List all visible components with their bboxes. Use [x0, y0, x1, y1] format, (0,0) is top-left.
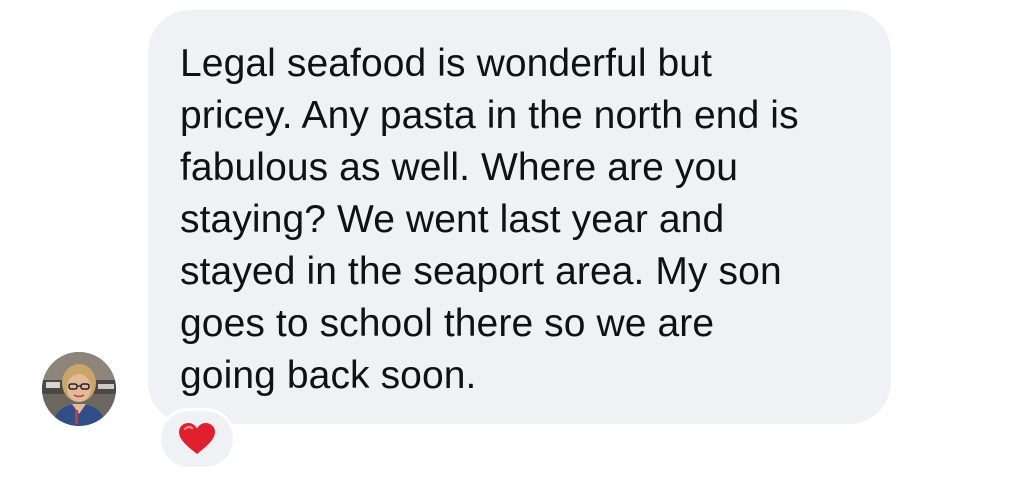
- message-line: goes to school there so we are: [180, 302, 715, 345]
- red-heart-icon: [179, 423, 215, 454]
- message-line: Legal seafood is wonderful but: [180, 42, 713, 85]
- message-line: stayed in the seaport area. My son: [180, 250, 782, 293]
- avatar[interactable]: [42, 352, 116, 426]
- reaction-badge[interactable]: [158, 408, 236, 470]
- message-line: staying? We went last year and: [180, 198, 725, 241]
- message-bubble[interactable]: Legal seafood is wonderful but pricey. A…: [148, 10, 891, 424]
- profile-photo-icon: [42, 352, 116, 426]
- message-text: Legal seafood is wonderful but pricey. A…: [180, 38, 861, 402]
- chat-screen: Legal seafood is wonderful but pricey. A…: [0, 0, 1024, 481]
- message-line: going back soon.: [180, 354, 477, 397]
- message-line: fabulous as well. Where are you: [180, 146, 739, 189]
- message-line: pricey. Any pasta in the north end is: [180, 94, 799, 137]
